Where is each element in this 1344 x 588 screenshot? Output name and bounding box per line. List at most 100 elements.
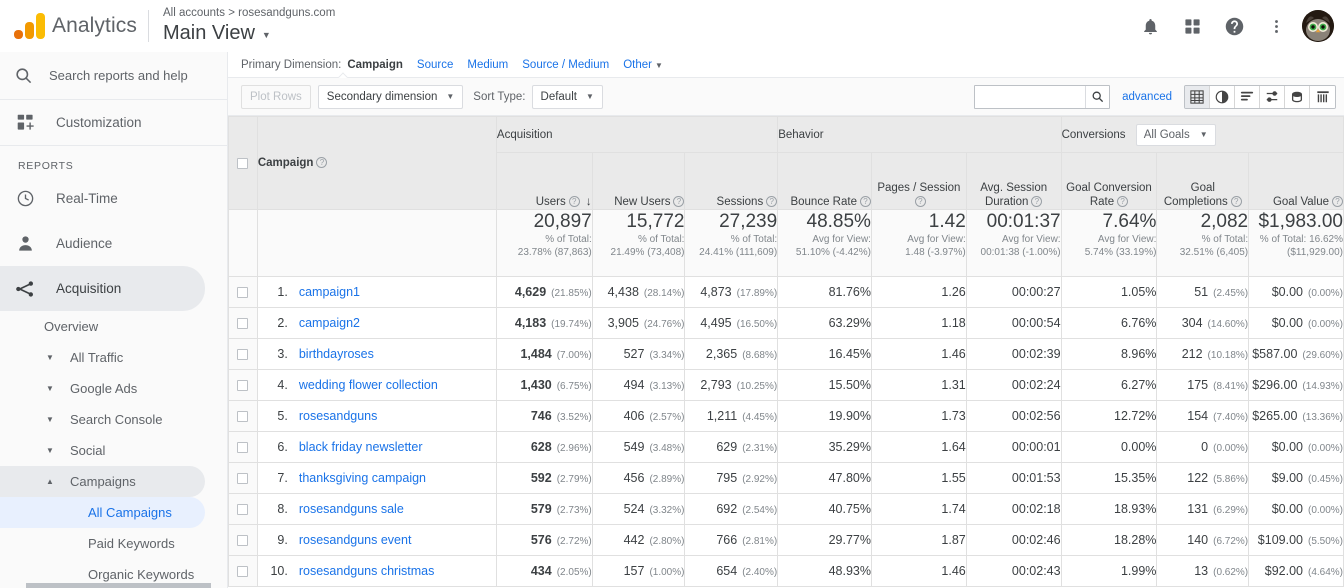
column-header-campaign[interactable]: Campaign?	[256, 116, 497, 210]
sidebar-item-paid-keywords[interactable]: Paid Keywords	[0, 528, 205, 559]
help-icon[interactable]: ?	[673, 196, 685, 208]
breadcrumb[interactable]: All accounts > rosesandguns.com	[163, 6, 335, 21]
select-all-checkbox[interactable]	[237, 158, 249, 170]
sidebar-item-search-console[interactable]: ▼ Search Console	[0, 404, 205, 435]
column-header-goal-completions[interactable]: Goal Completions?	[1156, 152, 1250, 210]
campaign-link[interactable]: campaign2	[299, 316, 360, 330]
analytics-logo-area[interactable]: Analytics	[0, 13, 146, 39]
advanced-link[interactable]: advanced	[1122, 91, 1172, 103]
column-header-bounce-rate[interactable]: Bounce Rate?	[777, 152, 872, 210]
help-icon[interactable]: ?	[316, 157, 328, 169]
sort-type-select[interactable]: Default ▼	[531, 84, 603, 109]
campaign-link[interactable]: rosesandguns	[299, 409, 378, 423]
table-search-input[interactable]	[975, 85, 1086, 108]
sidebar-horizontal-scrollbar[interactable]	[26, 583, 227, 588]
row-checkbox[interactable]	[237, 411, 249, 423]
sort-desc-icon[interactable]: ↓	[586, 194, 592, 208]
column-header-users[interactable]: Users? ↓	[495, 152, 593, 210]
row-checkbox[interactable]	[237, 442, 249, 454]
search-submit-button[interactable]	[1085, 85, 1110, 108]
help-icon[interactable]: ?	[1332, 196, 1343, 208]
help-icon[interactable]: ?	[568, 196, 580, 208]
row-checkbox[interactable]	[237, 349, 249, 361]
bell-icon[interactable]	[1132, 8, 1168, 44]
plot-rows-button[interactable]: Plot Rows	[241, 84, 311, 109]
sidebar-item-real-time[interactable]: Real-Time	[0, 176, 205, 221]
dimension-tab-campaign[interactable]: Campaign	[347, 59, 403, 71]
row-select-cell[interactable]	[228, 524, 258, 556]
column-header-pages-session[interactable]: Pages / Session?	[870, 152, 967, 210]
sidebar-item-overview[interactable]: Overview	[0, 311, 205, 342]
row-select-cell[interactable]	[228, 338, 258, 370]
row-select-cell[interactable]	[228, 555, 258, 587]
help-icon[interactable]: ?	[766, 196, 778, 208]
scrollbar-thumb[interactable]	[26, 583, 211, 588]
table-view-icon[interactable]	[1185, 85, 1210, 108]
campaign-link[interactable]: rosesandguns sale	[299, 502, 404, 516]
bar-view-icon[interactable]	[1310, 85, 1335, 108]
help-icon[interactable]: ?	[859, 196, 871, 208]
sidebar-item-social[interactable]: ▼ Social	[0, 435, 205, 466]
campaign-link[interactable]: wedding flower collection	[299, 378, 438, 392]
campaign-link[interactable]: rosesandguns christmas	[299, 564, 434, 578]
sidebar-item-audience[interactable]: Audience	[0, 221, 205, 266]
secondary-dimension-button[interactable]: Secondary dimension ▼	[317, 84, 464, 109]
apps-grid-icon[interactable]	[1174, 8, 1210, 44]
column-header-goal-value[interactable]: Goal Value?	[1248, 152, 1344, 210]
cell-percent: (19.74%)	[551, 319, 592, 330]
sidebar-item-google-ads[interactable]: ▼ Google Ads	[0, 373, 205, 404]
cell-new-users: 406 (2.57%)	[591, 400, 686, 432]
sidebar-item-customization[interactable]: Customization	[0, 100, 205, 145]
sidebar-item-all-traffic[interactable]: ▼ All Traffic	[0, 342, 205, 373]
campaign-link[interactable]: thanksgiving campaign	[299, 471, 426, 485]
row-select-cell[interactable]	[228, 369, 258, 401]
view-selector[interactable]: Main View ▼	[163, 21, 335, 46]
row-select-cell[interactable]	[228, 307, 258, 339]
pivot-view-icon[interactable]	[1285, 85, 1310, 108]
row-select-cell[interactable]	[228, 276, 258, 308]
dimension-tab-source-medium[interactable]: Source / Medium	[522, 59, 609, 71]
sidebar-item-all-campaigns[interactable]: All Campaigns	[0, 497, 205, 528]
help-icon[interactable]: ?	[1031, 196, 1043, 208]
select-all-header[interactable]	[228, 116, 258, 210]
campaign-link[interactable]: black friday newsletter	[299, 440, 423, 454]
sidebar-item-acquisition[interactable]: Acquisition	[0, 266, 205, 311]
search-input[interactable]	[49, 68, 199, 83]
row-checkbox[interactable]	[237, 318, 249, 330]
row-select-cell[interactable]	[228, 431, 258, 463]
cell-value: 00:00:54	[1011, 316, 1061, 330]
row-select-cell[interactable]	[228, 462, 258, 494]
sidebar-item-campaigns[interactable]: ▲ Campaigns	[0, 466, 205, 497]
performance-view-icon[interactable]	[1235, 85, 1260, 108]
column-header-goal-conversion-rate[interactable]: Goal Conversion Rate?	[1060, 152, 1158, 210]
pie-chart-view-icon[interactable]	[1210, 85, 1235, 108]
dimension-tab-other[interactable]: Other ▼	[623, 59, 663, 71]
campaign-link[interactable]: rosesandguns event	[299, 533, 412, 547]
comparison-view-icon[interactable]	[1260, 85, 1285, 108]
avatar[interactable]	[1302, 10, 1334, 42]
cell-percent: (2.73%)	[556, 505, 592, 516]
dimension-tab-source[interactable]: Source	[417, 59, 453, 71]
campaign-link[interactable]: birthdayroses	[299, 347, 374, 361]
help-icon[interactable]: ?	[1230, 196, 1242, 208]
column-header-sessions[interactable]: Sessions?	[684, 152, 779, 210]
column-header-avg-session-duration[interactable]: Avg. Session Duration?	[965, 152, 1062, 210]
row-checkbox[interactable]	[237, 380, 249, 392]
more-vertical-icon[interactable]	[1258, 8, 1294, 44]
row-checkbox[interactable]	[237, 473, 249, 485]
row-select-cell[interactable]	[228, 493, 258, 525]
row-checkbox[interactable]	[237, 504, 249, 516]
row-checkbox[interactable]	[237, 535, 249, 547]
goal-select[interactable]: All Goals ▼	[1135, 123, 1216, 146]
table-search-box[interactable]	[974, 84, 1111, 109]
dimension-tab-medium[interactable]: Medium	[467, 59, 508, 71]
column-header-new-users[interactable]: New Users?	[591, 152, 686, 210]
help-icon[interactable]: ?	[914, 196, 926, 208]
help-icon[interactable]: ?	[1117, 196, 1129, 208]
row-checkbox[interactable]	[237, 566, 249, 578]
row-select-cell[interactable]	[228, 400, 258, 432]
sidebar-search[interactable]	[0, 52, 227, 100]
row-checkbox[interactable]	[237, 287, 249, 299]
campaign-link[interactable]: campaign1	[299, 285, 360, 299]
help-circle-icon[interactable]	[1216, 8, 1252, 44]
